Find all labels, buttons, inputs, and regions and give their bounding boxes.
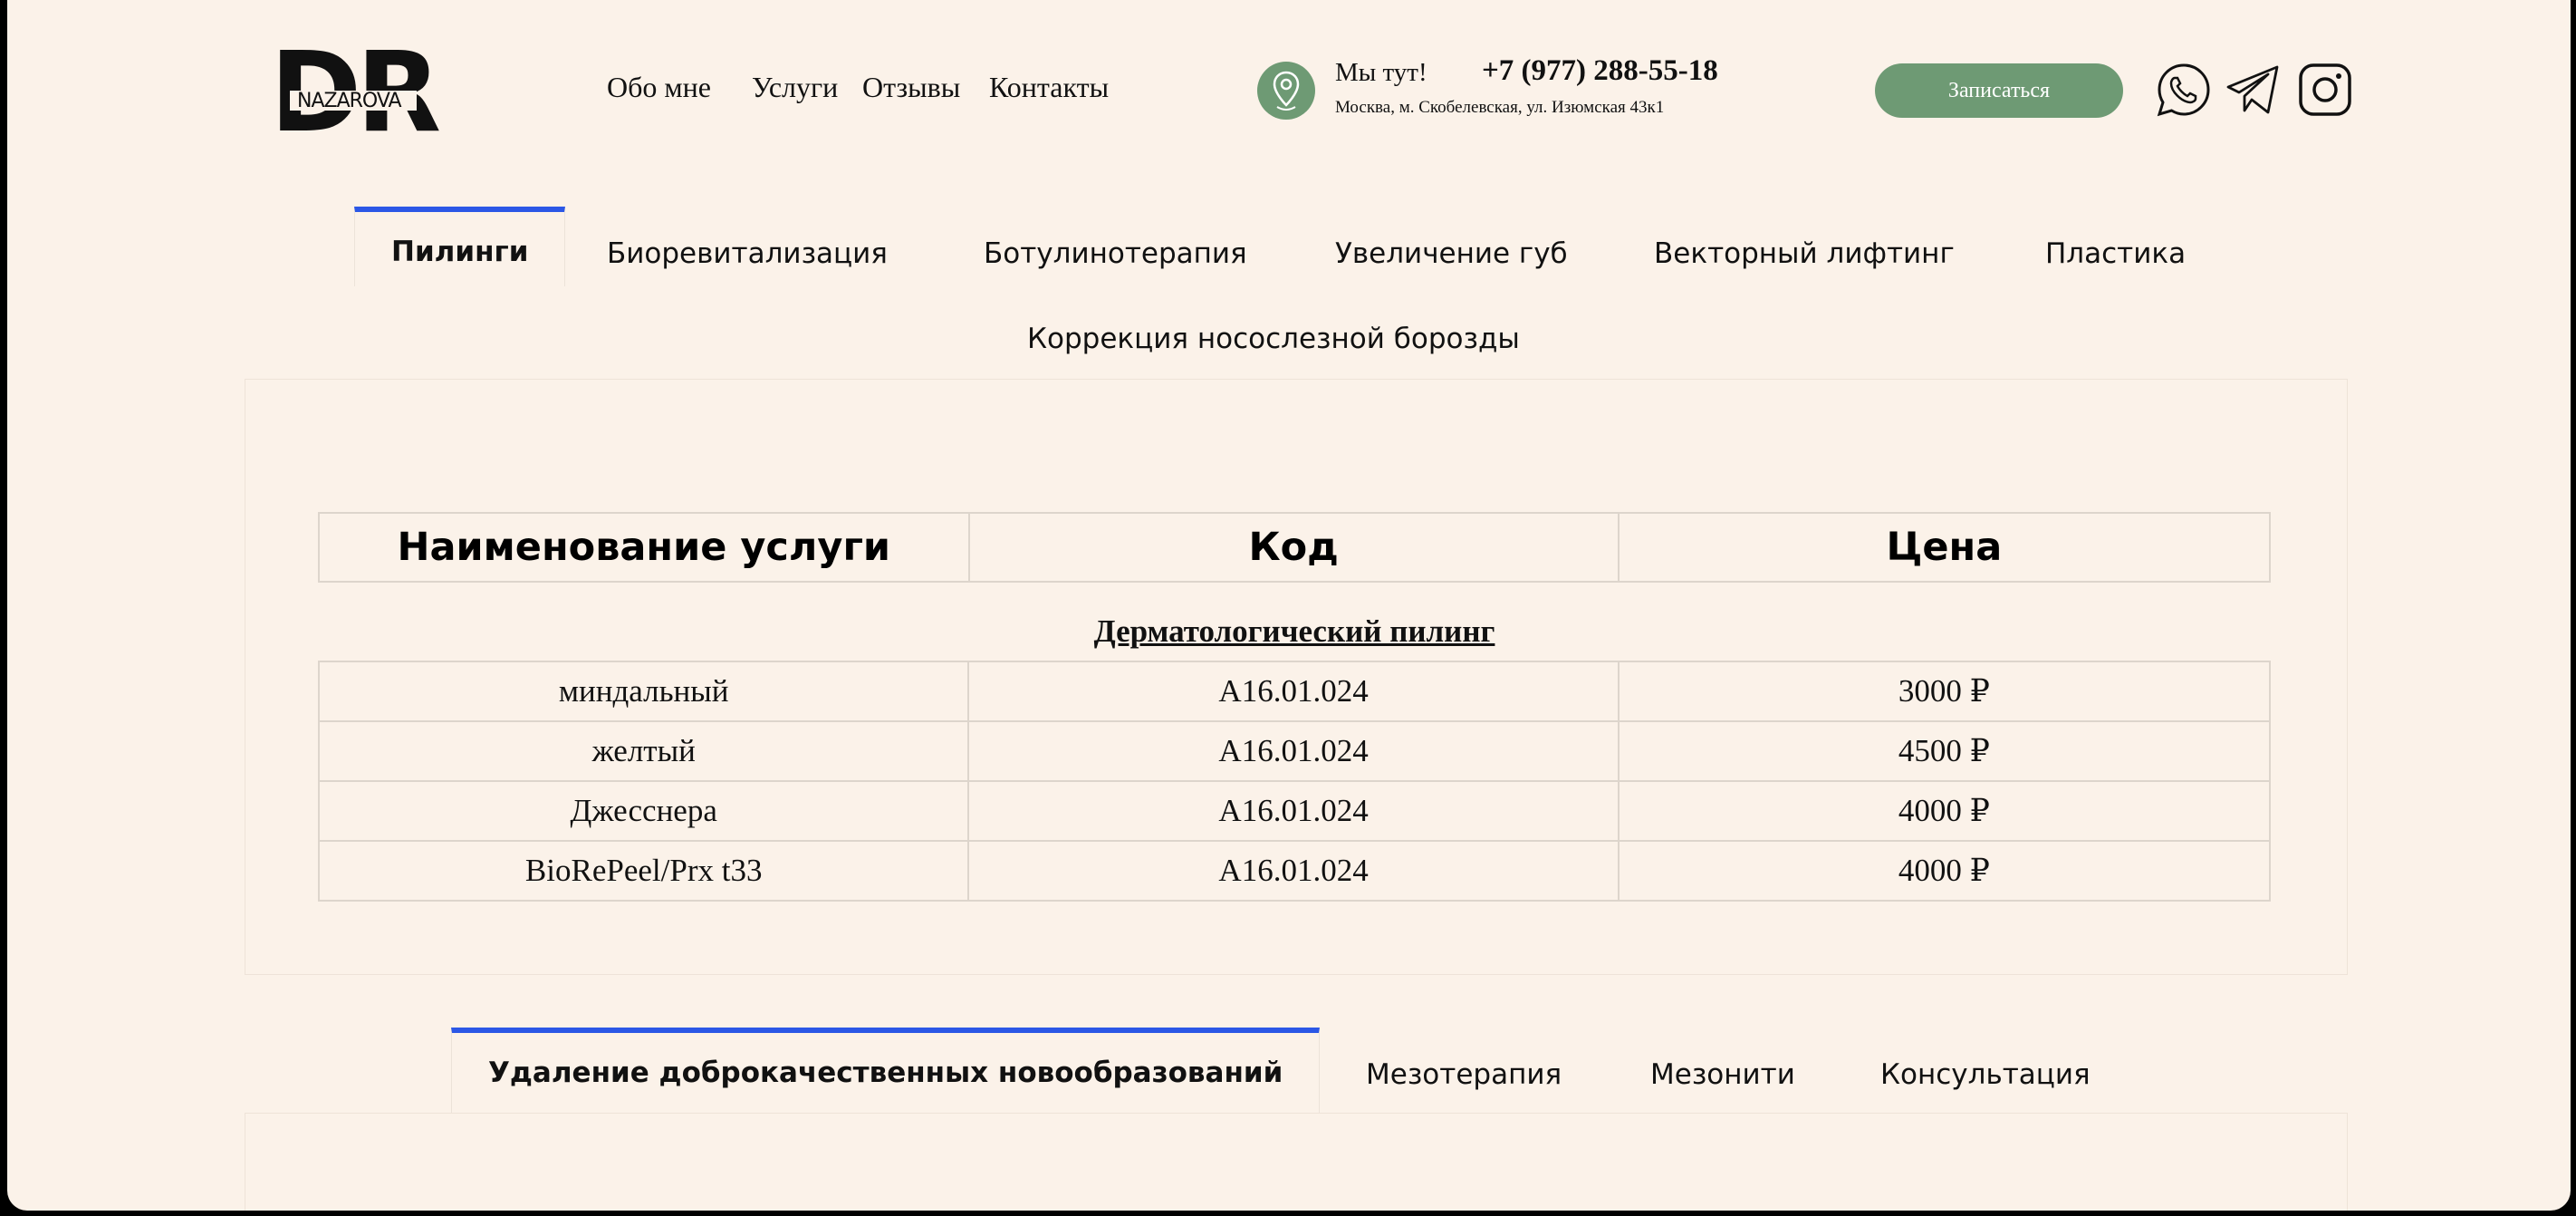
nav-reviews[interactable]: Отзывы (862, 71, 960, 104)
table-row: миндальный A16.01.024 3000 ₽ (317, 661, 2272, 722)
price-table: миндальный A16.01.024 3000 ₽ желтый A16.… (317, 661, 2272, 902)
service-name: Джесснера (317, 780, 970, 842)
service-code: A16.01.024 (967, 720, 1620, 782)
table-row: желтый A16.01.024 4500 ₽ (317, 720, 2272, 782)
logo[interactable]: DR NAZAROVA (270, 43, 460, 138)
service-code: A16.01.024 (967, 840, 1620, 902)
location-label: Мы тут! (1335, 58, 1427, 87)
instagram-icon[interactable] (2297, 62, 2353, 118)
service-code: A16.01.024 (967, 661, 1620, 722)
tab-plastics[interactable]: Пластика (2045, 210, 2186, 290)
tab-botulinum[interactable]: Ботулинотерапия (984, 210, 1247, 290)
tab-peelings[interactable]: Пилинги (354, 207, 566, 286)
service-price: 4000 ₽ (1617, 840, 2272, 902)
service-price: 4500 ₽ (1617, 720, 2272, 782)
service-name: желтый (317, 720, 970, 782)
service-code: A16.01.024 (967, 780, 1620, 842)
service-name: миндальный (317, 661, 970, 722)
location-pin-icon (1257, 62, 1315, 120)
table-row: BioRePeel/Prx t33 A16.01.024 4000 ₽ (317, 840, 2272, 902)
tab-tear-trough[interactable]: Коррекция носослезной борозды (1027, 295, 1520, 375)
price-table-header: Наименование услуги Код Цена (318, 512, 2272, 583)
phone-link[interactable]: +7 (977) 288-55-18 (1482, 54, 1718, 88)
telegram-icon[interactable] (2225, 62, 2281, 118)
price-panel: Наименование услуги Код Цена Дерматологи… (245, 379, 2348, 975)
tab-mesothreads[interactable]: Мезонити (1650, 1031, 1795, 1111)
tab-benign-neoplasm-removal[interactable]: Удаление доброкачественных новообразован… (451, 1028, 1321, 1115)
logo-name: NAZAROVA (297, 90, 401, 112)
table-row: Джесснера A16.01.024 4000 ₽ (317, 780, 2272, 842)
tab-vector-lifting[interactable]: Векторный лифтинг (1654, 210, 1955, 290)
column-header-code: Код (967, 512, 1620, 583)
section-title: Дерматологический пилинг (1093, 613, 1495, 649)
book-button[interactable]: Записаться (1875, 63, 2123, 118)
address: Москва, м. Скобелевская, ул. Изюмская 43… (1335, 98, 1665, 117)
service-name: BioRePeel/Prx t33 (317, 840, 970, 902)
secondary-panel (245, 1113, 2348, 1211)
nav-about[interactable]: Обо мне (607, 71, 711, 104)
service-price: 3000 ₽ (1617, 661, 2272, 722)
column-header-price: Цена (1617, 512, 2272, 583)
nav-services[interactable]: Услуги (752, 71, 838, 104)
tab-consultation[interactable]: Консультация (1880, 1031, 2091, 1111)
nav-contacts[interactable]: Контакты (989, 71, 1109, 104)
whatsapp-icon[interactable] (2156, 62, 2212, 118)
tab-mesotherapy[interactable]: Мезотерапия (1366, 1031, 1562, 1111)
service-price: 4000 ₽ (1617, 780, 2272, 842)
column-header-service: Наименование услуги (318, 512, 970, 583)
tab-lip-augmentation[interactable]: Увеличение губ (1335, 210, 1568, 290)
tab-biorevitalization[interactable]: Биоревитализация (607, 210, 888, 290)
page: DR NAZAROVA Обо мне Услуги Отзывы Контак… (7, 0, 2571, 1211)
